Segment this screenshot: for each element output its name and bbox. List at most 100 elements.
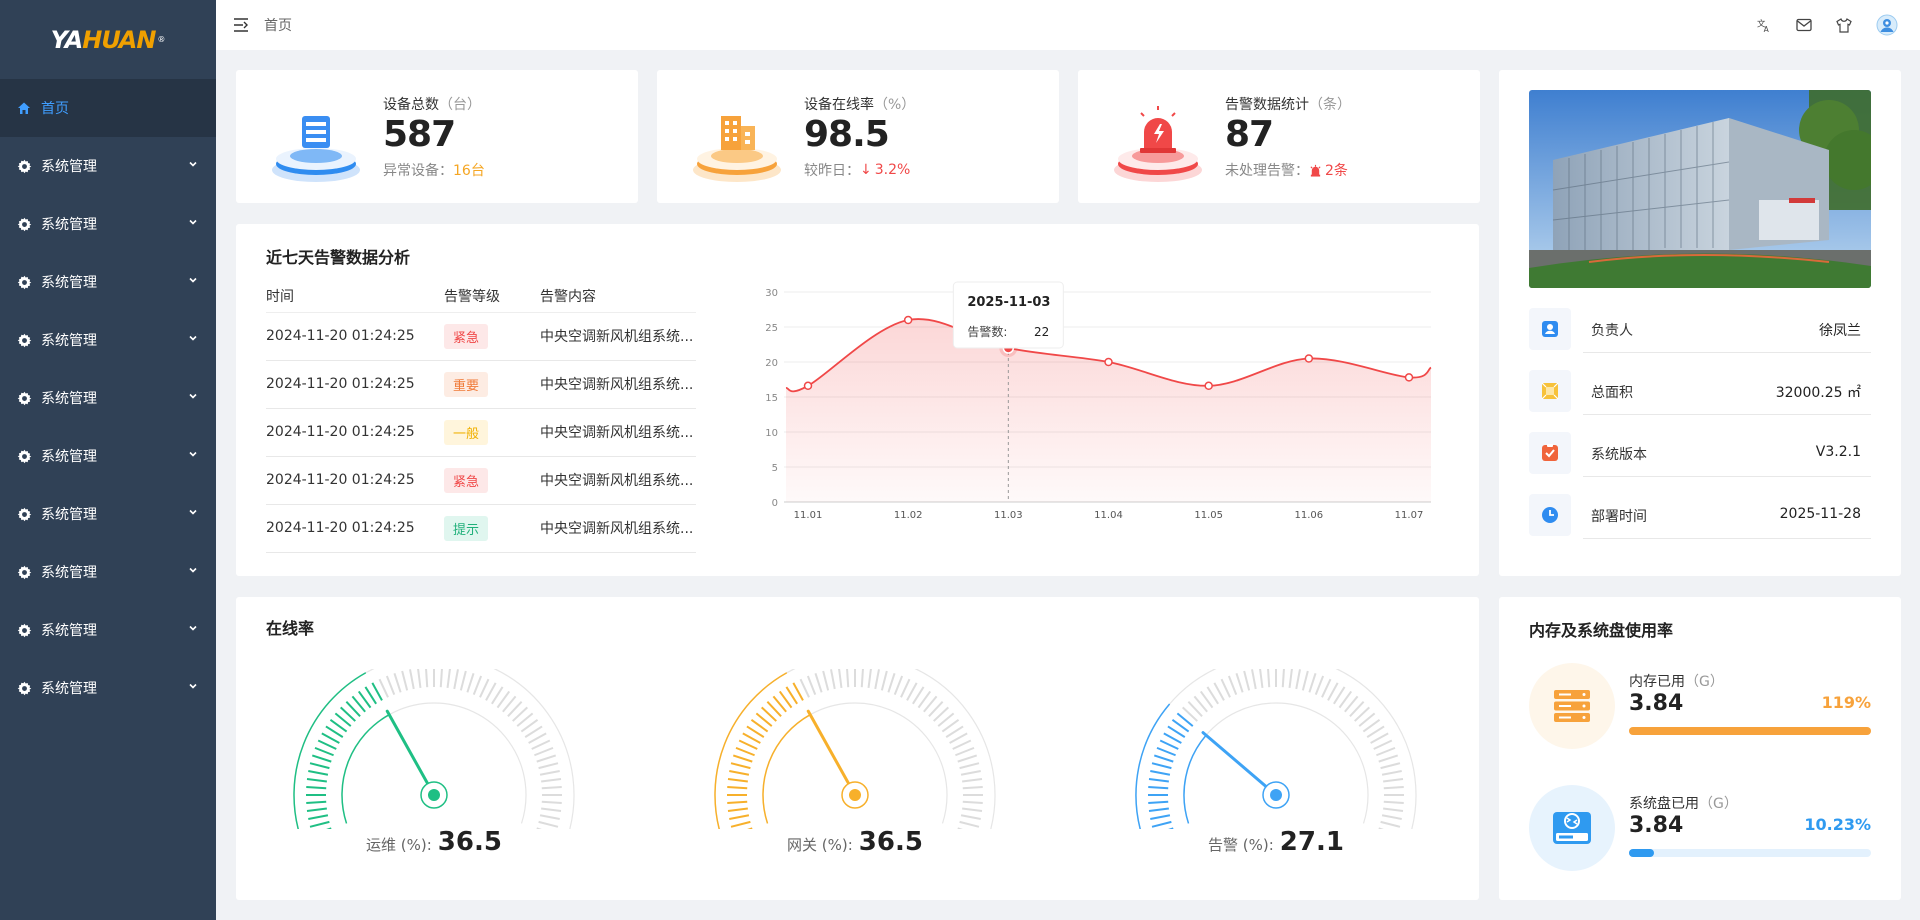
sidebar-item-system-management[interactable]: 系统管理 xyxy=(0,137,216,195)
gauge-tick xyxy=(485,682,497,701)
gauge-chart xyxy=(293,669,575,829)
gauge-tick xyxy=(900,678,911,698)
gear-icon xyxy=(16,506,32,522)
sidebar-item-system-management[interactable]: 系统管理 xyxy=(0,427,216,485)
y-tick-label: 20 xyxy=(765,358,778,369)
gear-icon xyxy=(16,622,32,638)
gauge-tick xyxy=(541,785,562,790)
alarm-time: 2024-11-20 01:24:25 xyxy=(266,504,444,553)
divider xyxy=(1583,476,1871,477)
gauge-tick xyxy=(959,820,980,828)
gauge-tick xyxy=(536,754,557,763)
usage-unit: （G） xyxy=(1699,796,1738,812)
gauge-tick xyxy=(306,800,327,805)
gauge-needle xyxy=(806,709,857,797)
gauge-tick xyxy=(1295,669,1301,690)
chart-area xyxy=(786,319,1431,502)
breadcrumb[interactable]: 首页 xyxy=(264,15,292,35)
chart-point[interactable] xyxy=(1304,354,1314,363)
sidebar-item-system-management[interactable]: 系统管理 xyxy=(0,369,216,427)
sidebar-item-system-management[interactable]: 系统管理 xyxy=(0,543,216,601)
alarm-time: 2024-11-20 01:24:25 xyxy=(266,312,444,361)
chevron-down-icon xyxy=(189,451,197,457)
disk-icon xyxy=(1529,785,1615,871)
gauge-tick xyxy=(1156,746,1176,757)
down-arrow-icon: ↓ xyxy=(860,162,872,178)
gauge-tick xyxy=(466,672,475,693)
chart-point[interactable] xyxy=(1204,381,1213,391)
sidebar-item-system-management[interactable]: 系统管理 xyxy=(0,253,216,311)
chart-point[interactable] xyxy=(803,381,813,391)
gauge-value: 36.5 xyxy=(437,827,502,857)
device-platform-icon xyxy=(272,116,360,182)
table-row[interactable]: 2024-11-20 01:24:25 一般 中央空调新风机组系统... xyxy=(266,408,696,457)
sidebar-item-system-management[interactable]: 系统管理 xyxy=(0,659,216,717)
sidebar-item-system-management[interactable]: 系统管理 xyxy=(0,195,216,253)
gauge-tick xyxy=(306,777,327,783)
gauge-tick xyxy=(962,777,983,783)
sidebar-item-system-management[interactable]: 系统管理 xyxy=(0,485,216,543)
gear-icon xyxy=(16,158,32,174)
table-row[interactable]: 2024-11-20 01:24:25 提示 中央空调新风机组系统... xyxy=(266,504,696,553)
stat-sub-value: 3.2% xyxy=(874,162,911,178)
gauge-tick xyxy=(538,820,559,828)
gauge-tick xyxy=(846,669,850,688)
gauge-needle xyxy=(385,709,436,797)
stat-sub-value: 2条 xyxy=(1325,163,1348,179)
gauge-chart xyxy=(1135,669,1417,829)
gauge-tick xyxy=(1288,669,1293,688)
table-row[interactable]: 2024-11-20 01:24:25 重要 中央空调新风机组系统... xyxy=(266,360,696,409)
y-tick-label: 0 xyxy=(772,498,778,509)
user-avatar-icon[interactable] xyxy=(1876,14,1898,36)
gauge-tick xyxy=(729,770,750,776)
chart-point[interactable] xyxy=(903,315,913,325)
hamburger-icon[interactable] xyxy=(232,16,250,34)
divider xyxy=(1583,538,1871,539)
gauge-caption: 网关 (%): 36.5 xyxy=(787,827,923,857)
tooltip-label: 告警数: xyxy=(967,324,1007,339)
gauge-progress-inner-arc xyxy=(1183,734,1207,824)
section-title: 在线率 xyxy=(266,619,315,638)
sidebar-item-system-management[interactable]: 系统管理 xyxy=(0,311,216,369)
gauge-tick xyxy=(874,669,880,690)
sidebar-item-home[interactable]: 首页 xyxy=(0,79,216,137)
logo-text-mid: HUAN xyxy=(82,25,156,54)
gauge-progress-arc xyxy=(714,672,788,829)
gauge-tick xyxy=(1383,777,1404,783)
user-card-icon xyxy=(1529,308,1571,350)
translate-icon[interactable]: 文A xyxy=(1756,17,1772,33)
x-tick-label: 11.03 xyxy=(994,510,1023,521)
table-row[interactable]: 2024-11-20 01:24:25 紧急 中央空调新风机组系统... xyxy=(266,312,696,361)
sidebar-item-system-management[interactable]: 系统管理 xyxy=(0,601,216,659)
gauge-tick xyxy=(1259,669,1264,688)
gauge-tick xyxy=(960,814,981,820)
gear-icon xyxy=(16,680,32,696)
gauge-tick xyxy=(314,746,334,757)
sidebar-item-label: 系统管理 xyxy=(41,275,97,291)
alarm-level-tag: 紧急 xyxy=(444,323,489,349)
gauge-tick xyxy=(893,675,904,695)
svg-text:A: A xyxy=(1763,25,1769,33)
stat-card-alarms: 告警数据统计（条） 87 未处理告警： 2条 xyxy=(1078,70,1480,203)
y-tick-label: 25 xyxy=(765,323,778,334)
alarm-level-tag: 重要 xyxy=(444,371,489,397)
chart-point[interactable] xyxy=(1404,373,1414,382)
gauge-tick xyxy=(1267,669,1271,688)
chart-tooltip: 2025-11-03 告警数: 22 xyxy=(952,281,1064,349)
gauge-tick xyxy=(1243,670,1251,691)
gauge-tick xyxy=(1220,678,1231,698)
alarm-trend-chart[interactable]: 0 5 10 15 20 25 30 11.01 11.02 11.03 11.04 11.05 11.… xyxy=(736,274,1456,524)
mail-icon[interactable] xyxy=(1796,17,1812,33)
gauge-tick xyxy=(955,746,975,757)
alarm-time: 2024-11-20 01:24:25 xyxy=(266,456,444,505)
gauge-tick xyxy=(957,754,978,763)
gauge-tick xyxy=(1281,669,1285,688)
stat-sub-label: 较昨日： xyxy=(804,163,860,179)
table-row[interactable]: 2024-11-20 01:24:25 紧急 中央空调新风机组系统... xyxy=(266,456,696,505)
gauge-tick xyxy=(1314,675,1325,695)
chart-point[interactable] xyxy=(1104,357,1113,367)
shirt-icon[interactable] xyxy=(1836,17,1852,33)
info-label: 总面积 xyxy=(1591,385,1633,401)
chevron-down-icon xyxy=(189,683,197,689)
gauge-tick xyxy=(727,807,748,813)
